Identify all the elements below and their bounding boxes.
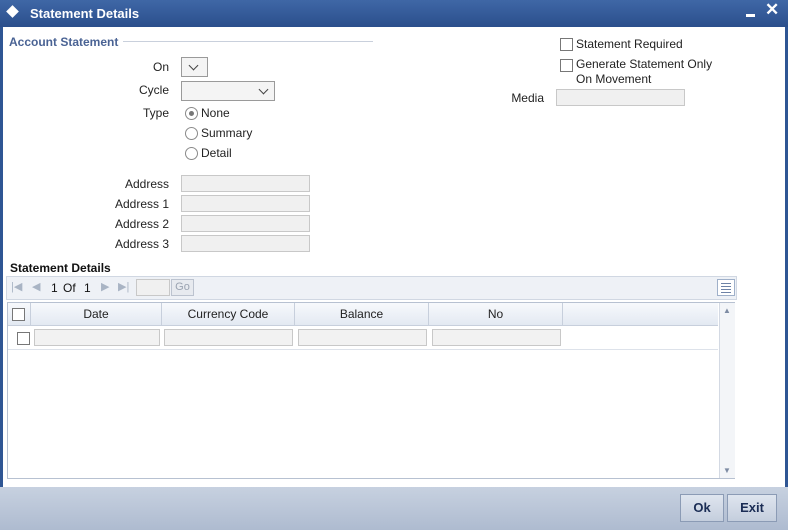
cycle-label: Cycle bbox=[138, 83, 169, 97]
media-label: Media bbox=[511, 91, 544, 105]
pager-of-label: Of bbox=[63, 281, 76, 295]
statement-grid: Date Currency Code Balance No ▲ ▼ bbox=[7, 302, 735, 479]
chevron-down-icon bbox=[258, 84, 269, 95]
title-bar: Statement Details ✕ bbox=[0, 0, 788, 27]
generate-on-movement-label-line2: On Movement bbox=[576, 72, 652, 86]
statement-details-heading: Statement Details bbox=[10, 261, 111, 275]
type-detail-radio[interactable] bbox=[185, 147, 198, 160]
scroll-up-icon[interactable]: ▲ bbox=[723, 306, 731, 315]
type-summary-radio[interactable] bbox=[185, 127, 198, 140]
type-label: Type bbox=[142, 106, 169, 120]
grid-scrollbar[interactable]: ▲ ▼ bbox=[719, 303, 735, 478]
pager-total: 1 bbox=[84, 281, 91, 295]
select-all-cell bbox=[8, 303, 31, 325]
column-header-date[interactable]: Date bbox=[31, 303, 162, 325]
next-page-icon[interactable]: ▶ bbox=[101, 280, 109, 293]
type-none-label: None bbox=[201, 106, 230, 120]
footer-bar: Ok Exit bbox=[0, 487, 788, 530]
select-all-checkbox[interactable] bbox=[12, 308, 25, 321]
previous-page-icon[interactable]: ◀ bbox=[32, 280, 40, 293]
ok-button[interactable]: Ok bbox=[680, 494, 724, 522]
address3-label: Address 3 bbox=[114, 237, 169, 251]
generate-on-movement-label: Generate Statement Only bbox=[576, 57, 713, 71]
account-statement-legend: Account Statement bbox=[9, 35, 119, 49]
go-button[interactable]: Go bbox=[171, 279, 194, 296]
statement-required-checkbox[interactable] bbox=[560, 38, 573, 51]
table-row bbox=[8, 326, 718, 350]
no-cell[interactable] bbox=[432, 329, 561, 346]
address-field[interactable] bbox=[181, 175, 310, 192]
grid-header: Date Currency Code Balance No bbox=[8, 303, 718, 326]
scroll-down-icon[interactable]: ▼ bbox=[723, 466, 731, 475]
column-header-balance[interactable]: Balance bbox=[295, 303, 429, 325]
column-header-no[interactable]: No bbox=[429, 303, 563, 325]
exit-button[interactable]: Exit bbox=[727, 494, 777, 522]
type-none-radio[interactable] bbox=[185, 107, 198, 120]
column-header-currency-code[interactable]: Currency Code bbox=[162, 303, 295, 325]
currency-code-cell[interactable] bbox=[164, 329, 293, 346]
minimize-icon[interactable] bbox=[745, 2, 757, 20]
address1-label: Address 1 bbox=[114, 197, 169, 211]
first-page-icon[interactable]: |◀ bbox=[11, 280, 22, 293]
generate-on-movement-checkbox[interactable] bbox=[560, 59, 573, 72]
type-summary-label: Summary bbox=[201, 126, 253, 140]
date-cell[interactable] bbox=[34, 329, 160, 346]
address1-field[interactable] bbox=[181, 195, 310, 212]
on-select[interactable] bbox=[181, 57, 208, 77]
address-label: Address bbox=[124, 177, 169, 191]
statement-required-label: Statement Required bbox=[576, 37, 683, 51]
column-settings-icon[interactable] bbox=[717, 279, 735, 296]
type-detail-label: Detail bbox=[201, 146, 232, 160]
app-diamond-icon bbox=[6, 5, 19, 18]
address2-label: Address 2 bbox=[114, 217, 169, 231]
on-label: On bbox=[152, 60, 169, 74]
dialog-body: Account Statement On Cycle Type None Sum… bbox=[3, 27, 785, 487]
row-select-checkbox[interactable] bbox=[17, 332, 30, 345]
pager-toolbar: |◀ ◀ 1 Of 1 ▶ ▶| Go bbox=[6, 276, 737, 300]
address2-field[interactable] bbox=[181, 215, 310, 232]
address3-field[interactable] bbox=[181, 235, 310, 252]
page-number-input[interactable] bbox=[136, 279, 170, 296]
cycle-select[interactable] bbox=[181, 81, 275, 101]
window-title: Statement Details bbox=[30, 6, 140, 21]
pager-current: 1 bbox=[51, 281, 58, 295]
media-field[interactable] bbox=[556, 89, 685, 106]
legend-divider bbox=[123, 41, 373, 42]
last-page-icon[interactable]: ▶| bbox=[118, 280, 129, 293]
balance-cell[interactable] bbox=[298, 329, 427, 346]
chevron-down-icon bbox=[188, 60, 199, 71]
close-icon[interactable]: ✕ bbox=[765, 1, 779, 19]
